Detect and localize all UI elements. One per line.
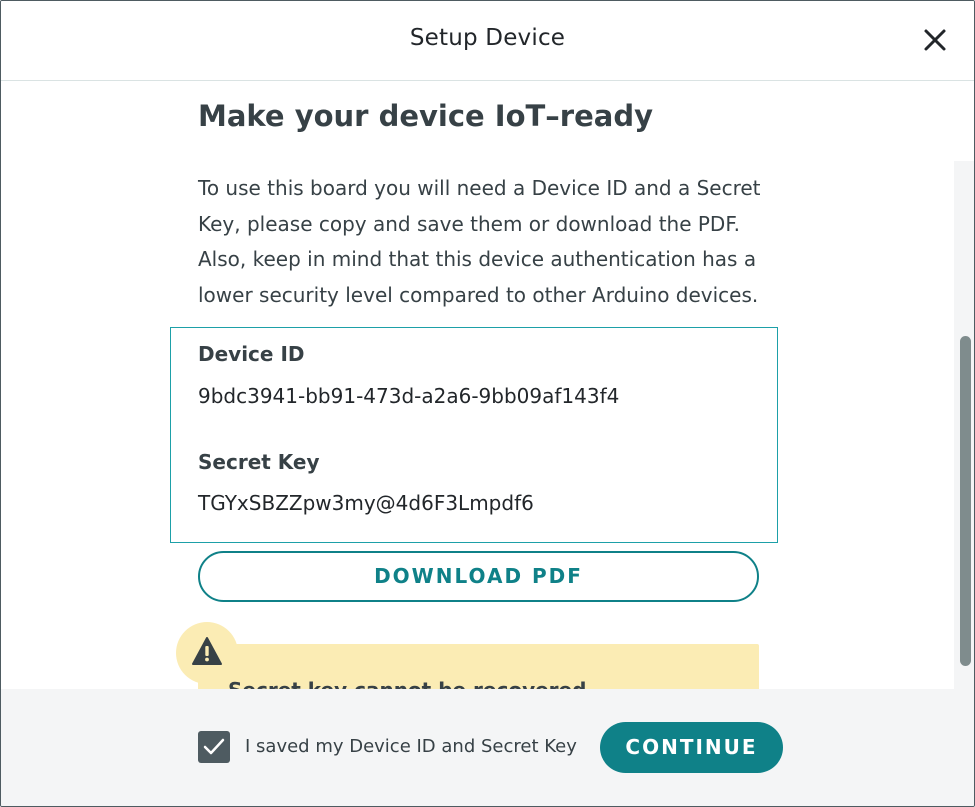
continue-button[interactable]: CONTINUE [600, 722, 783, 773]
credentials-box: Device ID 9bdc3941-bb91-473d-a2a6-9bb09a… [170, 327, 778, 543]
dialog-footer: I saved my Device ID and Secret Key CONT… [1, 689, 974, 806]
saved-credentials-checkbox[interactable] [198, 731, 230, 763]
secret-key-value[interactable]: TGYxSBZZpw3my@4d6F3Lmpdf6 [198, 491, 534, 515]
close-button[interactable] [918, 23, 952, 57]
dialog-header: Setup Device [1, 1, 974, 81]
scrollbar-thumb[interactable] [960, 336, 971, 666]
close-icon [924, 29, 946, 51]
warning-badge [176, 622, 238, 684]
device-id-label: Device ID [198, 342, 305, 366]
setup-device-dialog: Setup Device Make your device IoT–ready … [0, 0, 975, 807]
checkbox-label[interactable]: I saved my Device ID and Secret Key [245, 736, 577, 757]
dialog-body[interactable]: Make your device IoT–ready To use this b… [1, 81, 974, 689]
warning-icon [192, 637, 222, 665]
instructions-text: To use this board you will need a Device… [198, 176, 761, 307]
download-pdf-button[interactable]: DOWNLOAD PDF [198, 551, 759, 602]
secret-key-label: Secret Key [198, 450, 320, 474]
section-heading: Make your device IoT–ready [198, 99, 653, 133]
warning-text: Secret key cannot be recovered [228, 678, 586, 689]
dialog-title: Setup Device [409, 25, 566, 51]
checkmark-icon [203, 738, 225, 755]
device-id-value[interactable]: 9bdc3941-bb91-473d-a2a6-9bb09af143f4 [198, 384, 619, 408]
scrollbar[interactable] [954, 161, 974, 689]
warning-panel: Secret key cannot be recovered [198, 644, 759, 689]
